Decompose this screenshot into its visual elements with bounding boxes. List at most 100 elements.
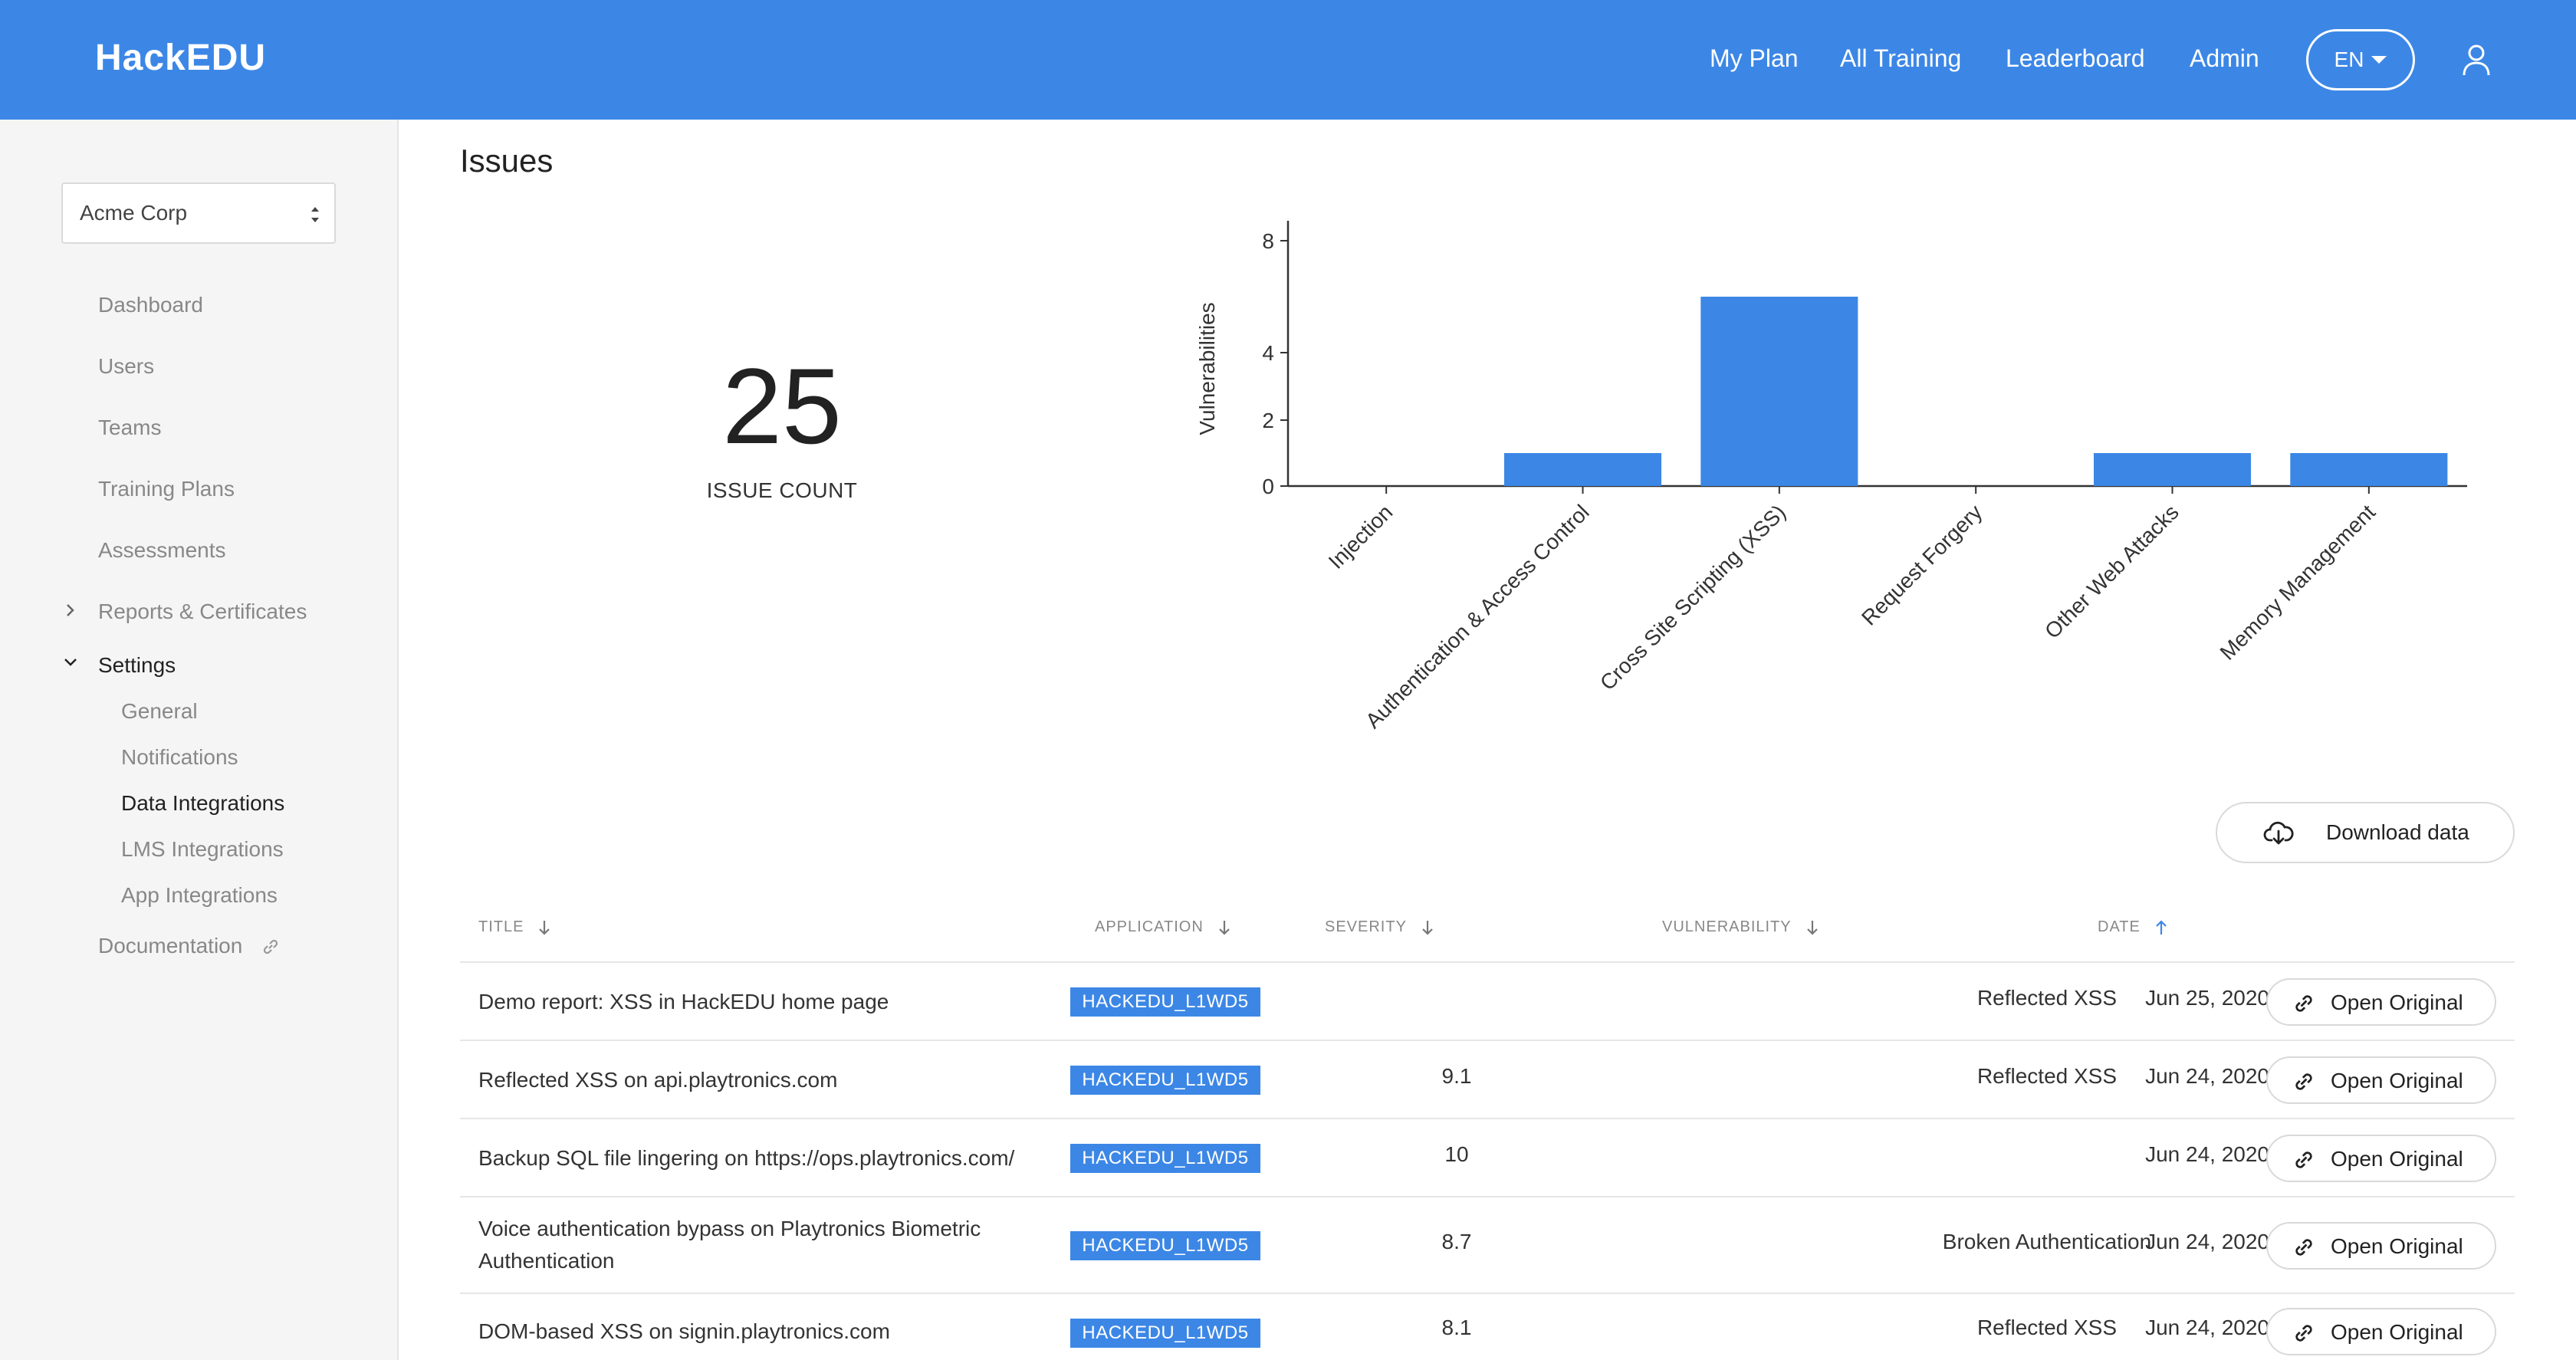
- date-value: Jun 24, 2020: [2145, 1230, 2269, 1253]
- sidebar-subitem-general[interactable]: General: [121, 699, 198, 724]
- nav-leaderboard[interactable]: Leaderboard: [2006, 44, 2144, 73]
- link-icon: [2295, 1325, 2312, 1342]
- chevron-down-icon[interactable]: [63, 656, 78, 669]
- sidebar-item-reports-certificates[interactable]: Reports & Certificates: [98, 600, 307, 624]
- table-row[interactable]: Backup SQL file lingering on https://ops…: [460, 1119, 2515, 1197]
- table-row[interactable]: DOM-based XSS on signin.playtronics.com …: [460, 1294, 2515, 1360]
- sidebar: Acme Corp Dashboard Users Teams Training…: [0, 120, 399, 1360]
- open-original-button[interactable]: Open Original: [2266, 1308, 2496, 1355]
- download-data-button[interactable]: Download data: [2216, 802, 2515, 863]
- date-value: Jun 24, 2020: [2145, 1316, 2269, 1339]
- sidebar-subitem-notifications[interactable]: Notifications: [121, 745, 238, 770]
- sidebar-item-teams[interactable]: Teams: [98, 416, 161, 440]
- severity-value: 9.1: [1441, 1064, 1472, 1088]
- y-axis-label: Vulnerabilities: [1195, 302, 1219, 435]
- chevron-right-icon[interactable]: [64, 603, 77, 618]
- date-value: Jun 25, 2020: [2145, 986, 2269, 1010]
- language-dropdown[interactable]: EN: [2306, 29, 2415, 90]
- issue-title[interactable]: Voice authentication bypass on Playtroni…: [478, 1213, 1030, 1277]
- application-badge: HACKEDU_L1WD5: [1070, 987, 1260, 1017]
- y-tick-label: 8: [1262, 229, 1274, 253]
- sidebar-item-users[interactable]: Users: [98, 354, 154, 379]
- column-header-date[interactable]: DATE: [2098, 918, 2168, 936]
- y-tick-label: 2: [1262, 409, 1274, 432]
- open-original-button[interactable]: Open Original: [2266, 1222, 2496, 1270]
- column-header-application[interactable]: APPLICATION: [1095, 918, 1231, 936]
- bar: [1503, 453, 1662, 486]
- open-original-label: Open Original: [2331, 990, 2463, 1014]
- top-navbar: HackEDU My Plan All Training Leaderboard…: [0, 0, 2576, 120]
- open-original-label: Open Original: [2331, 1147, 2463, 1171]
- issue-count-value: 25: [722, 346, 842, 466]
- nav-my-plan[interactable]: My Plan: [1710, 44, 1799, 73]
- application-badge: HACKEDU_L1WD5: [1070, 1319, 1260, 1348]
- table-row[interactable]: Reflected XSS on api.playtronics.com HAC…: [460, 1041, 2515, 1119]
- sidebar-item-dashboard[interactable]: Dashboard: [98, 293, 203, 317]
- application-badge: HACKEDU_L1WD5: [1070, 1066, 1260, 1095]
- severity-value: 8.1: [1441, 1316, 1472, 1339]
- sort-down-icon: [1806, 920, 1818, 935]
- x-tick-label: Other Web Attacks: [2040, 500, 2183, 643]
- sidebar-item-documentation[interactable]: Documentation: [98, 934, 242, 958]
- organization-select-value: Acme Corp: [80, 201, 188, 225]
- nav-all-training[interactable]: All Training: [1840, 44, 1961, 73]
- column-header-application-label: APPLICATION: [1095, 918, 1204, 935]
- column-header-title[interactable]: TITLE: [478, 918, 551, 936]
- application-badge: HACKEDU_L1WD5: [1070, 1144, 1260, 1173]
- sort-up-icon: [2156, 919, 2167, 935]
- column-header-severity[interactable]: SEVERITY: [1325, 918, 1434, 936]
- bar: [2093, 453, 2252, 486]
- language-label: EN: [2334, 48, 2364, 71]
- sort-down-icon: [1219, 920, 1230, 935]
- link-icon: [2295, 1073, 2312, 1090]
- sidebar-item-training-plans[interactable]: Training Plans: [98, 477, 235, 501]
- external-link-icon: [263, 939, 278, 954]
- open-original-label: Open Original: [2331, 1069, 2463, 1092]
- sidebar-item-settings[interactable]: Settings: [98, 653, 176, 678]
- link-icon: [2295, 1239, 2312, 1256]
- user-icon[interactable]: [2461, 43, 2492, 77]
- hackedu-logo[interactable]: HackEDU: [95, 37, 266, 79]
- open-original-label: Open Original: [2331, 1320, 2463, 1344]
- sort-down-icon: [539, 920, 550, 935]
- organization-select[interactable]: Acme Corp: [61, 182, 336, 244]
- open-original-button[interactable]: Open Original: [2266, 1056, 2496, 1104]
- download-data-label: Download data: [2326, 820, 2469, 844]
- bar: [1700, 297, 1858, 486]
- select-arrows-icon: [311, 207, 319, 222]
- column-header-date-label: DATE: [2098, 918, 2141, 935]
- x-tick-label: Authentication & Access Control: [1361, 500, 1594, 733]
- issue-title[interactable]: DOM-based XSS on signin.playtronics.com: [478, 1316, 1030, 1348]
- open-original-button[interactable]: Open Original: [2266, 978, 2496, 1026]
- column-header-vulnerability-label: VULNERABILITY: [1662, 918, 1792, 935]
- column-header-severity-label: SEVERITY: [1325, 918, 1407, 935]
- x-tick-label: Cross Site Scripting (XSS): [1595, 500, 1790, 695]
- x-tick-label: Request Forgery: [1857, 500, 1986, 629]
- table-row[interactable]: Voice authentication bypass on Playtroni…: [460, 1197, 2515, 1294]
- vulnerabilities-bar-chart: 0 2 4 8 Vulnerabilities InjectionAuthenticati…: [1195, 221, 2467, 733]
- y-tick-label: 4: [1262, 341, 1274, 365]
- link-icon: [2295, 995, 2312, 1012]
- application-badge: HACKEDU_L1WD5: [1070, 1231, 1260, 1260]
- open-original-button[interactable]: Open Original: [2266, 1135, 2496, 1182]
- date-value: Jun 24, 2020: [2145, 1142, 2269, 1166]
- issue-title[interactable]: Backup SQL file lingering on https://ops…: [478, 1142, 1030, 1174]
- sort-down-icon: [1422, 920, 1433, 935]
- x-tick-label: Memory Management: [2216, 500, 2380, 665]
- sidebar-subitem-lms-integrations[interactable]: LMS Integrations: [121, 837, 284, 862]
- issue-count-label: ISSUE COUNT: [706, 478, 858, 502]
- severity-value: 10: [1444, 1142, 1469, 1166]
- cloud-download-icon: [2263, 821, 2294, 845]
- sidebar-subitem-app-integrations[interactable]: App Integrations: [121, 883, 278, 908]
- sidebar-item-assessments[interactable]: Assessments: [98, 538, 226, 563]
- issue-title[interactable]: Reflected XSS on api.playtronics.com: [478, 1064, 1030, 1096]
- x-tick-label: Injection: [1324, 500, 1398, 573]
- issue-title[interactable]: Demo report: XSS in HackEDU home page: [478, 986, 1030, 1018]
- page-title: Issues: [460, 143, 554, 179]
- column-header-vulnerability[interactable]: VULNERABILITY: [1662, 918, 1819, 936]
- column-header-title-label: TITLE: [478, 918, 524, 935]
- nav-admin[interactable]: Admin: [2190, 44, 2259, 73]
- sidebar-subitem-data-integrations[interactable]: Data Integrations: [121, 791, 284, 816]
- table-row[interactable]: Demo report: XSS in HackEDU home page HA…: [460, 963, 2515, 1041]
- date-value: Jun 24, 2020: [2145, 1064, 2269, 1088]
